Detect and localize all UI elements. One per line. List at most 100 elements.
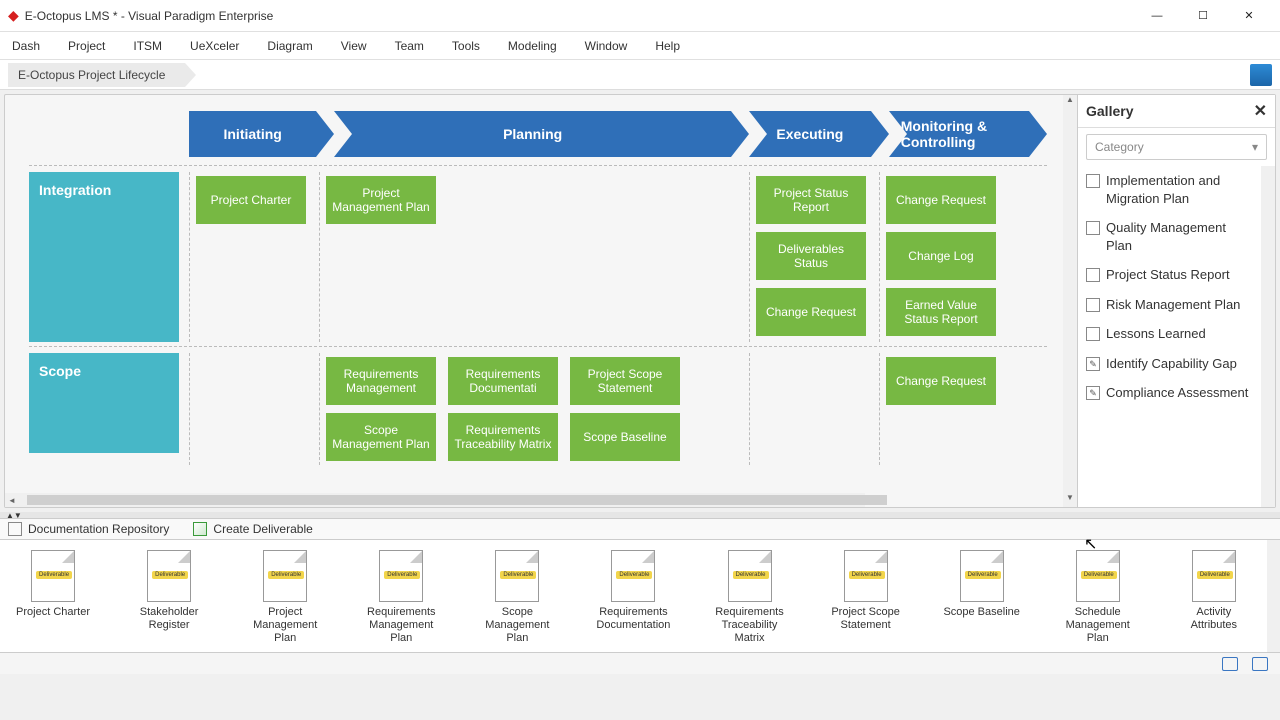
menu-uexceler[interactable]: UeXceler (190, 39, 239, 53)
deliverable-badge: Deliverable (849, 571, 885, 579)
breadcrumb-bar: E-Octopus Project Lifecycle (0, 60, 1280, 90)
page-icon: Deliverable (728, 550, 772, 602)
collapse-down-icon[interactable]: ▼ (14, 511, 22, 520)
diagram-vertical-scrollbar[interactable]: ▲ ▼ (1063, 95, 1077, 507)
artifact-box[interactable]: Change Request (886, 357, 996, 405)
menu-diagram[interactable]: Diagram (267, 39, 312, 53)
menu-help[interactable]: Help (655, 39, 680, 53)
note-icon[interactable] (1252, 657, 1268, 671)
artifact-box[interactable]: Change Request (756, 288, 866, 336)
gallery-item[interactable]: Risk Management Plan (1078, 290, 1261, 320)
artifact-box[interactable]: Requirements Traceability Matrix (448, 413, 558, 461)
deliverable-badge: Deliverable (384, 571, 420, 579)
gallery-item[interactable]: Implementation and Migration Plan (1078, 166, 1261, 213)
page-icon: Deliverable (611, 550, 655, 602)
gallery-close-icon[interactable]: ✕ (1254, 101, 1267, 121)
deliverable-item[interactable]: DeliverableRequirements Management Plan (362, 550, 440, 646)
deliverable-item[interactable]: DeliverableScope Management Plan (478, 550, 556, 646)
menu-project[interactable]: Project (68, 39, 105, 53)
page-icon: Deliverable (1192, 550, 1236, 602)
deliverable-item[interactable]: DeliverableProject Management Plan (246, 550, 324, 646)
document-icon (1086, 327, 1100, 341)
artifact-box[interactable]: Deliverables Status (756, 232, 866, 280)
app-logo-icon: ◆ (8, 7, 19, 24)
document-icon (1086, 268, 1100, 282)
menu-itsm[interactable]: ITSM (133, 39, 162, 53)
row-header-integration[interactable]: Integration (29, 172, 179, 342)
mail-icon[interactable] (1222, 657, 1238, 671)
repo-vertical-scrollbar[interactable] (1267, 540, 1280, 652)
artifact-box[interactable]: Project Charter (196, 176, 306, 224)
h-scroll-thumb[interactable] (27, 495, 887, 505)
artifact-box[interactable]: Earned Value Status Report (886, 288, 996, 336)
breadcrumb[interactable]: E-Octopus Project Lifecycle (8, 63, 185, 87)
deliverable-item[interactable]: DeliverableActivity Attributes (1175, 550, 1253, 632)
page-icon: Deliverable (147, 550, 191, 602)
deliverable-repository: DeliverableProject Charter Deliverable Sta… (0, 540, 1267, 652)
artifact-box[interactable]: Change Request (886, 176, 996, 224)
phase-monitoring-controlling[interactable]: Monitoring & Controlling (889, 111, 1029, 157)
menu-dash[interactable]: Dash (12, 39, 40, 53)
artifact-box[interactable]: Requirements Documentati (448, 357, 558, 405)
grid-icon (8, 522, 22, 536)
phase-executing[interactable]: Executing (749, 111, 871, 157)
artifact-box[interactable]: Scope Management Plan (326, 413, 436, 461)
canvas-viewport[interactable]: Initiating Planning Executing Monitoring & … (5, 95, 1063, 507)
tab-documentation-repository[interactable]: Documentation Repository (8, 522, 169, 536)
artifact-box[interactable]: Project Management Plan (326, 176, 436, 224)
gallery-scrollbar[interactable] (1261, 166, 1275, 507)
deliverable-item[interactable]: Deliverable Stakeholder Register (130, 550, 208, 632)
scroll-left-icon[interactable]: ◄ (5, 496, 19, 505)
minimize-button[interactable]: — (1134, 0, 1180, 32)
menu-modeling[interactable]: Modeling (508, 39, 557, 53)
gallery-item[interactable]: Lessons Learned (1078, 319, 1261, 349)
horizontal-scrollbar[interactable]: ◄ ► (5, 493, 865, 507)
document-icon (1086, 298, 1100, 312)
app-title: E-Octopus LMS * - Visual Paradigm Enterp… (25, 9, 1134, 23)
gallery-select-placeholder: Category (1095, 140, 1144, 154)
deliverable-item[interactable]: Deliverable Project Scope Statement (827, 550, 905, 632)
diagram-area: Initiating Planning Executing Monitoring & … (4, 94, 1276, 508)
deliverable-item[interactable]: DeliverableSchedule Management Plan (1059, 550, 1137, 646)
deliverable-badge: Deliverable (500, 571, 536, 579)
artifact-box[interactable]: Change Log (886, 232, 996, 280)
scroll-up-icon[interactable]: ▲ (1063, 95, 1077, 109)
collapse-up-icon[interactable]: ▲ (6, 511, 14, 520)
artifact-box[interactable]: Scope Baseline (570, 413, 680, 461)
menubar: Dash Project ITSM UeXceler Diagram View Team To… (0, 32, 1280, 60)
deliverable-item[interactable]: DeliverableRequirements Documentation (594, 550, 672, 632)
gallery-item[interactable]: ✎Identify Capability Gap (1078, 349, 1261, 379)
document-icon (1086, 221, 1100, 235)
perspective-icon[interactable] (1250, 64, 1272, 86)
titlebar: ◆ E-Octopus LMS * - Visual Paradigm Ente… (0, 0, 1280, 32)
deliverable-item[interactable]: DeliverableProject Charter (14, 550, 92, 619)
maximize-button[interactable]: ☐ (1180, 0, 1226, 32)
deliverable-item[interactable]: DeliverableRequirements Traceability Mat… (710, 550, 788, 646)
phase-header-row: Initiating Planning Executing Monitoring & … (189, 111, 1047, 157)
artifact-box[interactable]: Requirements Management (326, 357, 436, 405)
phase-initiating[interactable]: Initiating (189, 111, 316, 157)
repository-tabbar: Documentation Repository Create Delivera… (0, 518, 1280, 540)
deliverable-label: Stakeholder Register (130, 606, 208, 632)
page-icon: Deliverable (495, 550, 539, 602)
gallery-list: Implementation and Migration PlanQuality… (1078, 166, 1261, 507)
row-header-scope[interactable]: Scope (29, 353, 179, 453)
scroll-down-icon[interactable]: ▼ (1063, 493, 1077, 507)
deliverable-label: Project Management Plan (246, 606, 324, 646)
gallery-item[interactable]: Quality Management Plan (1078, 213, 1261, 260)
close-button[interactable]: ✕ (1226, 0, 1272, 32)
gallery-item[interactable]: Project Status Report (1078, 260, 1261, 290)
gallery-item[interactable]: ✎Compliance Assessment (1078, 378, 1261, 408)
menu-window[interactable]: Window (585, 39, 628, 53)
page-icon: Deliverable (1076, 550, 1120, 602)
phase-planning[interactable]: Planning (334, 111, 731, 157)
tab-create-deliverable[interactable]: Create Deliverable (193, 522, 312, 536)
artifact-box[interactable]: Project Scope Statement (570, 357, 680, 405)
menu-tools[interactable]: Tools (452, 39, 480, 53)
deliverable-label: Project Scope Statement (827, 606, 905, 632)
artifact-box[interactable]: Project Status Report (756, 176, 866, 224)
deliverable-item[interactable]: DeliverableScope Baseline (943, 550, 1021, 619)
menu-view[interactable]: View (341, 39, 367, 53)
gallery-category-select[interactable]: Category ▾ (1086, 134, 1267, 160)
menu-team[interactable]: Team (395, 39, 424, 53)
